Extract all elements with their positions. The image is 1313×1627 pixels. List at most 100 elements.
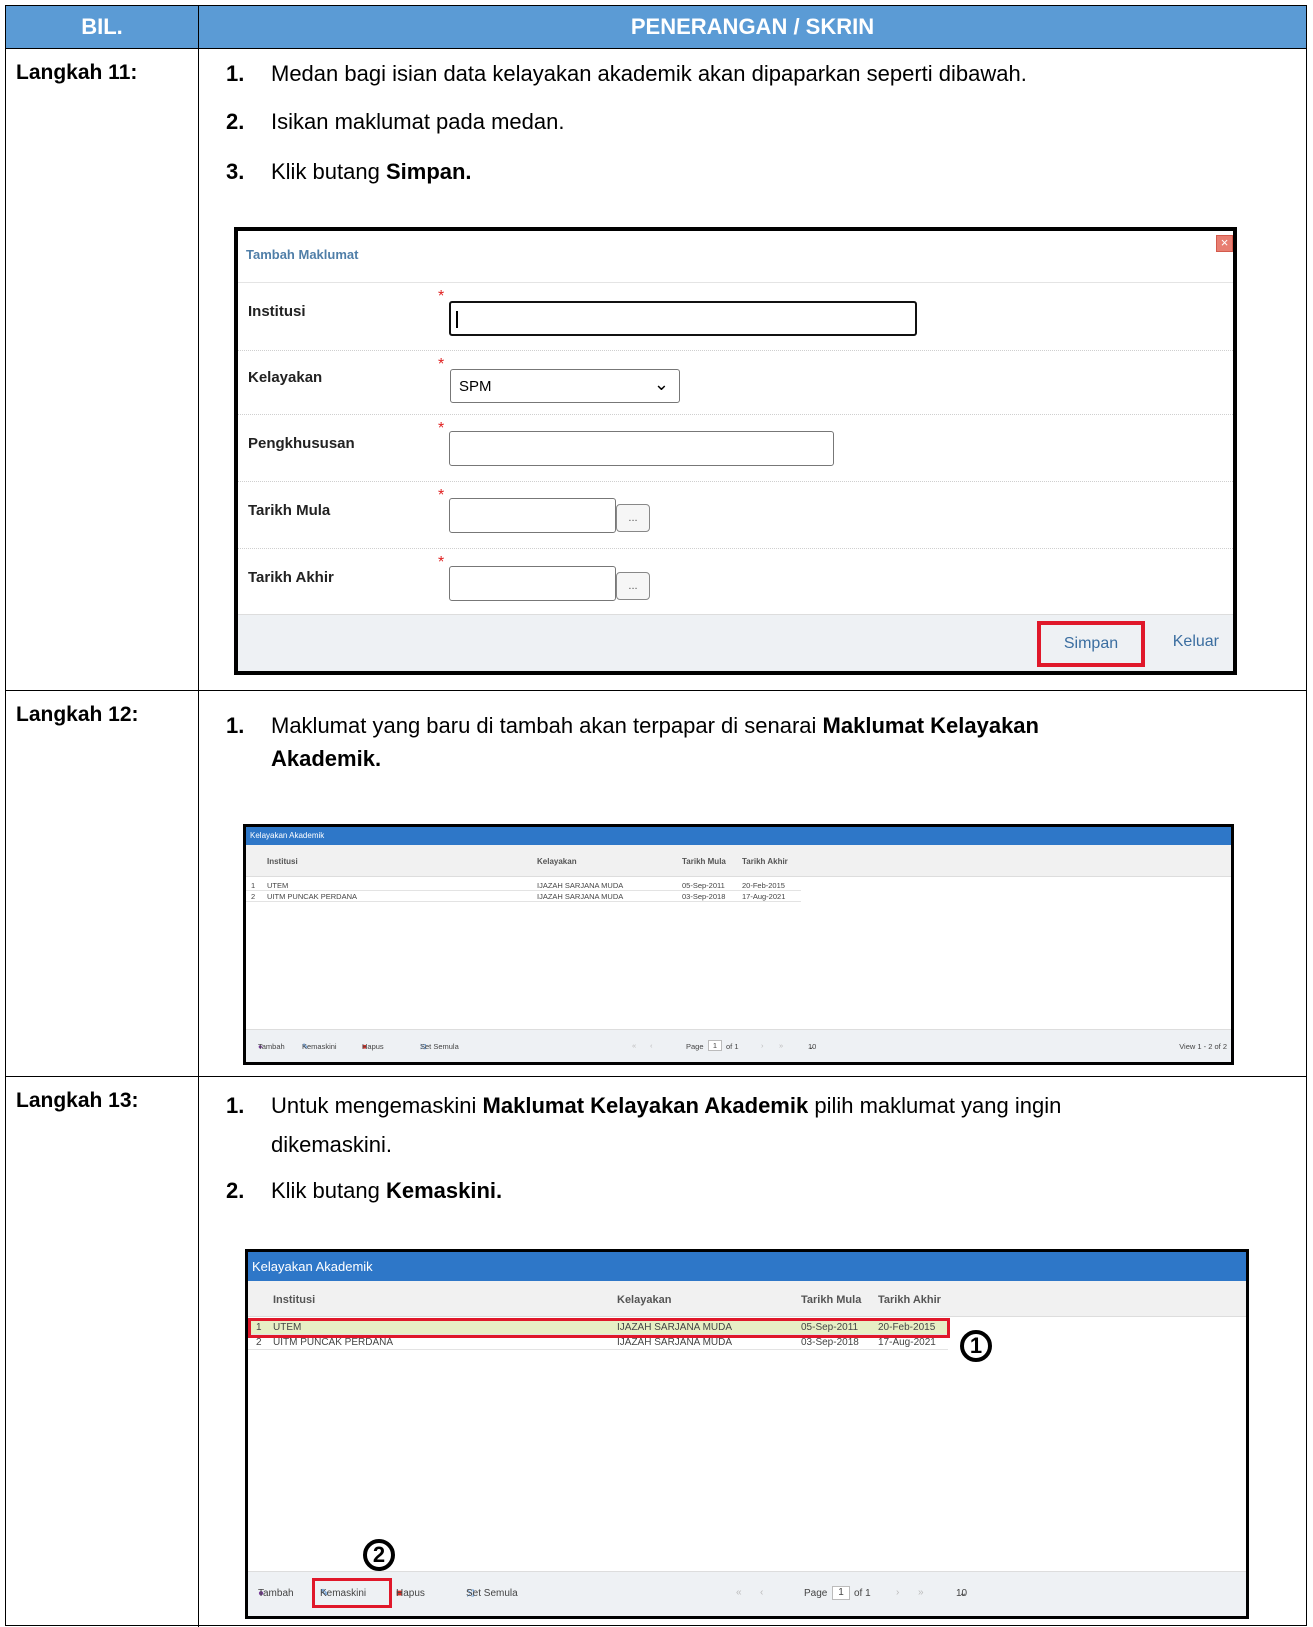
kelayakan-select[interactable]: SPM ⌄	[450, 369, 680, 403]
step-12-body: 1. Maklumat yang baru di tambah akan ter…	[199, 691, 1306, 1076]
item-text: Medan bagi isian data kelayakan akademik…	[271, 61, 1027, 86]
page-label: Page	[804, 1588, 828, 1599]
cell-tarikh-mula: 03-Sep-2018	[682, 892, 726, 901]
grid-header: Institusi Kelayakan Tarikh Mula Tarikh A…	[246, 845, 1231, 877]
field-label: Kelayakan	[248, 369, 323, 386]
grid-title: Kelayakan Akademik	[248, 1252, 1246, 1281]
kemaskini-highlight	[312, 1578, 392, 1608]
field-pengkhususan: Pengkhususan *	[238, 415, 1233, 482]
first-page-icon[interactable]: «	[736, 1587, 742, 1598]
row-number: 1	[251, 881, 256, 890]
table-row[interactable]: 2 UITM PUNCAK PERDANA IJAZAH SARJANA MUD…	[246, 891, 801, 902]
col-tarikh-akhir[interactable]: Tarikh Akhir	[742, 857, 788, 866]
set-semula-label: Set Semula	[420, 1042, 459, 1051]
page-size-select[interactable]: 10 ⌄	[956, 1588, 967, 1599]
required-asterisk: *	[438, 487, 445, 504]
item-text-bold2: Akademik.	[271, 746, 382, 771]
view-count: View 1 - 2 of 2	[1179, 1042, 1227, 1051]
cell-kelayakan: IJAZAH SARJANA MUDA	[537, 881, 624, 890]
page-number-input[interactable]: 1	[832, 1586, 850, 1600]
col-institusi[interactable]: Institusi	[273, 1294, 315, 1306]
tarikh-mula-input[interactable]	[449, 498, 616, 533]
prev-page-icon[interactable]: ‹	[650, 1041, 653, 1050]
table-row[interactable]: 1 UTEM IJAZAH SARJANA MUDA 05-Sep-2011 2…	[246, 880, 801, 891]
cell-tarikh-akhir: 20-Feb-2015	[742, 881, 785, 890]
item-number: 1.	[226, 61, 245, 86]
selected-value: SPM	[459, 378, 492, 395]
item-text-pre: Maklumat yang baru di tambah akan terpap…	[271, 713, 823, 738]
step-11-row: Langkah 11: 1. Medan bagi isian data kel…	[6, 48, 1306, 690]
item-number: 2.	[226, 109, 245, 134]
cell-tarikh-mula: 03-Sep-2018	[801, 1337, 859, 1348]
col-kelayakan[interactable]: Kelayakan	[537, 857, 577, 866]
institusi-input[interactable]	[449, 301, 917, 336]
col-kelayakan[interactable]: Kelayakan	[617, 1294, 671, 1306]
kelayakan-grid-small: Kelayakan Akademik Institusi Kelayakan T…	[243, 824, 1234, 1065]
close-icon[interactable]: ×	[1216, 235, 1233, 252]
first-page-icon[interactable]: «	[632, 1041, 636, 1050]
table-row[interactable]: 2 UITM PUNCAK PERDANA IJAZAH SARJANA MUD…	[248, 1336, 948, 1350]
cell-institusi: UITM PUNCAK PERDANA	[273, 1337, 394, 1348]
field-label: Pengkhususan	[248, 435, 355, 452]
text-caret	[456, 311, 458, 328]
step-11-body: 1. Medan bagi isian data kelayakan akade…	[199, 49, 1306, 690]
kelayakan-grid-large: Kelayakan Akademik Institusi Kelayakan T…	[245, 1249, 1249, 1619]
col-tarikh-mula[interactable]: Tarikh Mula	[801, 1294, 861, 1306]
document-table: BIL. PENERANGAN / SKRIN Langkah 11: 1. M…	[5, 5, 1307, 1627]
tarikh-akhir-input[interactable]	[449, 566, 616, 601]
next-page-icon[interactable]: ›	[761, 1041, 764, 1050]
cell-institusi: UTEM	[267, 881, 289, 890]
item-text-pre: Klik butang	[271, 1178, 386, 1203]
item-number: 3.	[226, 159, 245, 184]
required-asterisk: *	[438, 554, 445, 571]
step-13-row: Langkah 13: 1. Untuk mengemaskini Maklum…	[6, 1076, 1306, 1627]
dialog-title: Tambah Maklumat	[238, 231, 1233, 283]
item-text-line2: Akademik.	[271, 742, 381, 775]
date-picker-button[interactable]: ...	[616, 572, 650, 600]
field-label: Tarikh Mula	[248, 502, 331, 519]
hapus-label: Hapus	[362, 1042, 384, 1051]
required-asterisk: *	[438, 356, 445, 373]
tambah-label: Tambah	[258, 1588, 294, 1599]
keluar-button[interactable]: Keluar	[1173, 633, 1219, 651]
dialog-footer: Simpan Keluar	[238, 614, 1233, 671]
item-text-pre: Untuk mengemaskini	[271, 1093, 483, 1118]
col-institusi[interactable]: Institusi	[267, 857, 298, 866]
item-text-pre: Klik butang	[271, 159, 386, 184]
date-picker-button[interactable]: ...	[616, 504, 650, 532]
cell-tarikh-akhir: 17-Aug-2021	[742, 892, 786, 901]
page-count: of 1	[726, 1042, 739, 1051]
header-bil: BIL.	[6, 6, 199, 48]
item-text: Maklumat yang baru di tambah akan terpap…	[271, 709, 1039, 742]
required-asterisk: *	[438, 420, 445, 437]
set-semula-label: Set Semula	[466, 1588, 518, 1599]
callout-1: 1	[960, 1330, 992, 1362]
pengkhususan-input[interactable]	[449, 431, 834, 466]
field-tarikh-mula: Tarikh Mula * ...	[238, 482, 1233, 549]
page-size-value: 10	[956, 1588, 968, 1599]
item-text-line2: dikemaskini.	[271, 1132, 393, 1157]
cell-tarikh-akhir: 17-Aug-2021	[878, 1337, 936, 1348]
selected-row-highlight	[248, 1318, 950, 1338]
field-tarikh-akhir: Tarikh Akhir * ...	[238, 549, 1233, 619]
item-number: 2.	[226, 1178, 245, 1203]
page-size-select[interactable]: 10 ⌄	[808, 1042, 816, 1051]
last-page-icon[interactable]: »	[779, 1041, 783, 1050]
prev-page-icon[interactable]: ‹	[760, 1587, 763, 1598]
col-tarikh-mula[interactable]: Tarikh Mula	[682, 857, 726, 866]
cell-institusi: UITM PUNCAK PERDANA	[267, 892, 358, 901]
step-13-label: Langkah 13:	[6, 1077, 199, 1627]
tambah-label: Tambah	[258, 1042, 285, 1051]
last-page-icon[interactable]: »	[918, 1587, 924, 1598]
item-number: 1.	[226, 713, 245, 738]
col-tarikh-akhir[interactable]: Tarikh Akhir	[878, 1294, 941, 1306]
required-asterisk: *	[438, 288, 445, 305]
item-text-bold: Maklumat Kelayakan	[822, 713, 1039, 738]
simpan-button[interactable]: Simpan	[1037, 621, 1145, 667]
row-number: 2	[256, 1337, 262, 1348]
grid-pager: ● Tambah ✎ Kemaskini ■ Hapus ⤨ Set Semul…	[246, 1029, 1231, 1062]
next-page-icon[interactable]: ›	[896, 1587, 899, 1598]
page-number-input[interactable]: 1	[708, 1040, 722, 1051]
cell-kelayakan: IJAZAH SARJANA MUDA	[537, 892, 624, 901]
item-text: Klik butang Simpan.	[271, 155, 472, 188]
